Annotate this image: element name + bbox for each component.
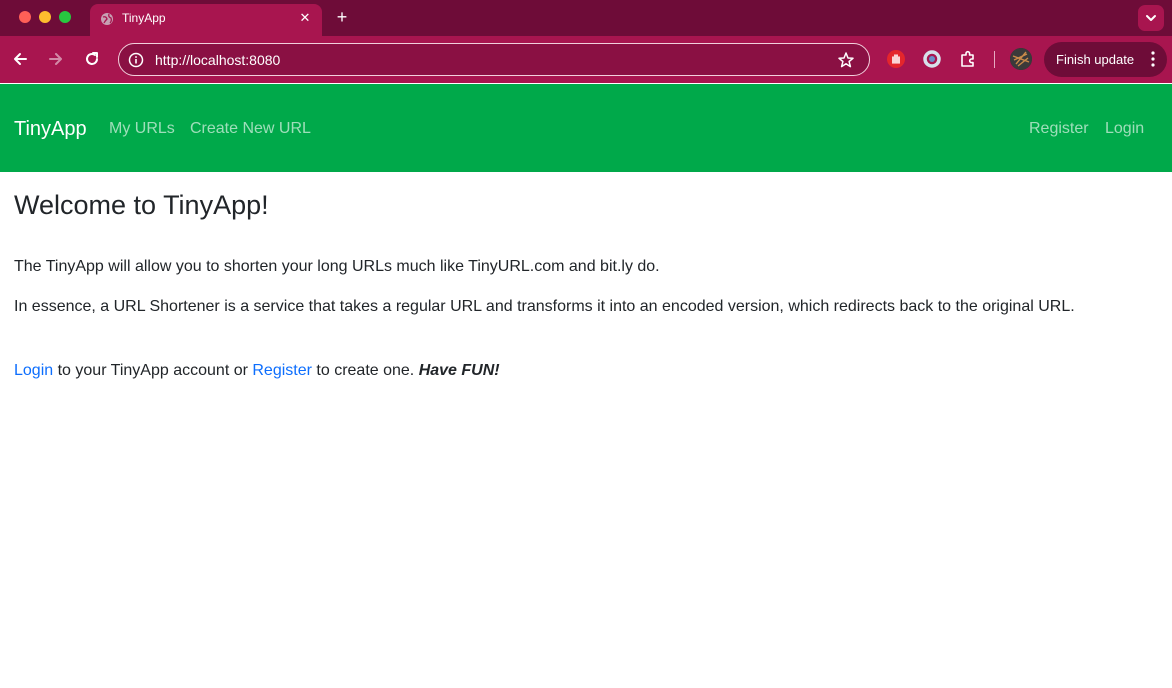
ring-extension-icon[interactable] bbox=[922, 49, 942, 69]
browser-tab-bar: TinyApp ✕ + bbox=[0, 0, 1172, 36]
finish-update-label: Finish update bbox=[1056, 52, 1135, 67]
navbar-brand[interactable]: TinyApp bbox=[14, 118, 87, 141]
more-vertical-icon bbox=[1151, 51, 1155, 67]
description-paragraph: In essence, a URL Shortener is a service… bbox=[14, 298, 1075, 315]
browser-tab[interactable]: TinyApp ✕ bbox=[90, 4, 322, 36]
hand-extension-icon[interactable] bbox=[886, 49, 906, 69]
browser-toolbar: http://localhost:8080 Finish update bbox=[0, 36, 1172, 83]
cta-text-1: to your TinyApp account or bbox=[53, 362, 253, 379]
avatar[interactable] bbox=[1010, 48, 1032, 70]
puzzle-icon[interactable] bbox=[958, 49, 978, 69]
url-text[interactable]: http://localhost:8080 bbox=[155, 52, 280, 68]
nav-link-my-urls[interactable]: My URLs bbox=[109, 120, 175, 138]
login-link[interactable]: Login bbox=[14, 362, 53, 379]
window-maximize-button[interactable] bbox=[59, 11, 71, 23]
window-close-button[interactable] bbox=[19, 11, 31, 23]
plus-icon[interactable]: + bbox=[334, 8, 350, 26]
tab-search-button[interactable] bbox=[1138, 5, 1164, 31]
intro-paragraph: The TinyApp will allow you to shorten yo… bbox=[14, 258, 660, 275]
tab-title: TinyApp bbox=[122, 11, 166, 25]
have-fun-text: Have FUN! bbox=[418, 362, 500, 379]
info-icon[interactable] bbox=[128, 52, 144, 68]
avatar-image bbox=[1010, 48, 1032, 70]
forward-arrow-icon[interactable] bbox=[46, 49, 66, 69]
chevron-down-icon bbox=[1146, 15, 1156, 21]
nav-link-create-new-url[interactable]: Create New URL bbox=[190, 120, 311, 138]
nav-link-register[interactable]: Register bbox=[1029, 120, 1089, 138]
finish-update-button[interactable]: Finish update bbox=[1044, 42, 1167, 77]
address-bar[interactable]: http://localhost:8080 bbox=[118, 43, 870, 76]
toolbar-divider bbox=[994, 51, 995, 68]
globe-icon bbox=[101, 13, 113, 25]
page-title: Welcome to TinyApp! bbox=[14, 190, 269, 220]
reload-icon[interactable] bbox=[82, 49, 102, 69]
close-icon[interactable]: ✕ bbox=[297, 10, 313, 26]
cta-text-2: to create one. bbox=[311, 362, 419, 379]
call-to-action: Login to your TinyApp account or Registe… bbox=[14, 362, 500, 380]
back-arrow-icon[interactable] bbox=[10, 49, 30, 69]
nav-link-login[interactable]: Login bbox=[1105, 120, 1144, 138]
star-icon[interactable] bbox=[837, 51, 855, 69]
window-minimize-button[interactable] bbox=[39, 11, 51, 23]
register-link[interactable]: Register bbox=[252, 362, 312, 379]
app-navbar: TinyApp My URLs Create New URL Register … bbox=[0, 84, 1172, 172]
